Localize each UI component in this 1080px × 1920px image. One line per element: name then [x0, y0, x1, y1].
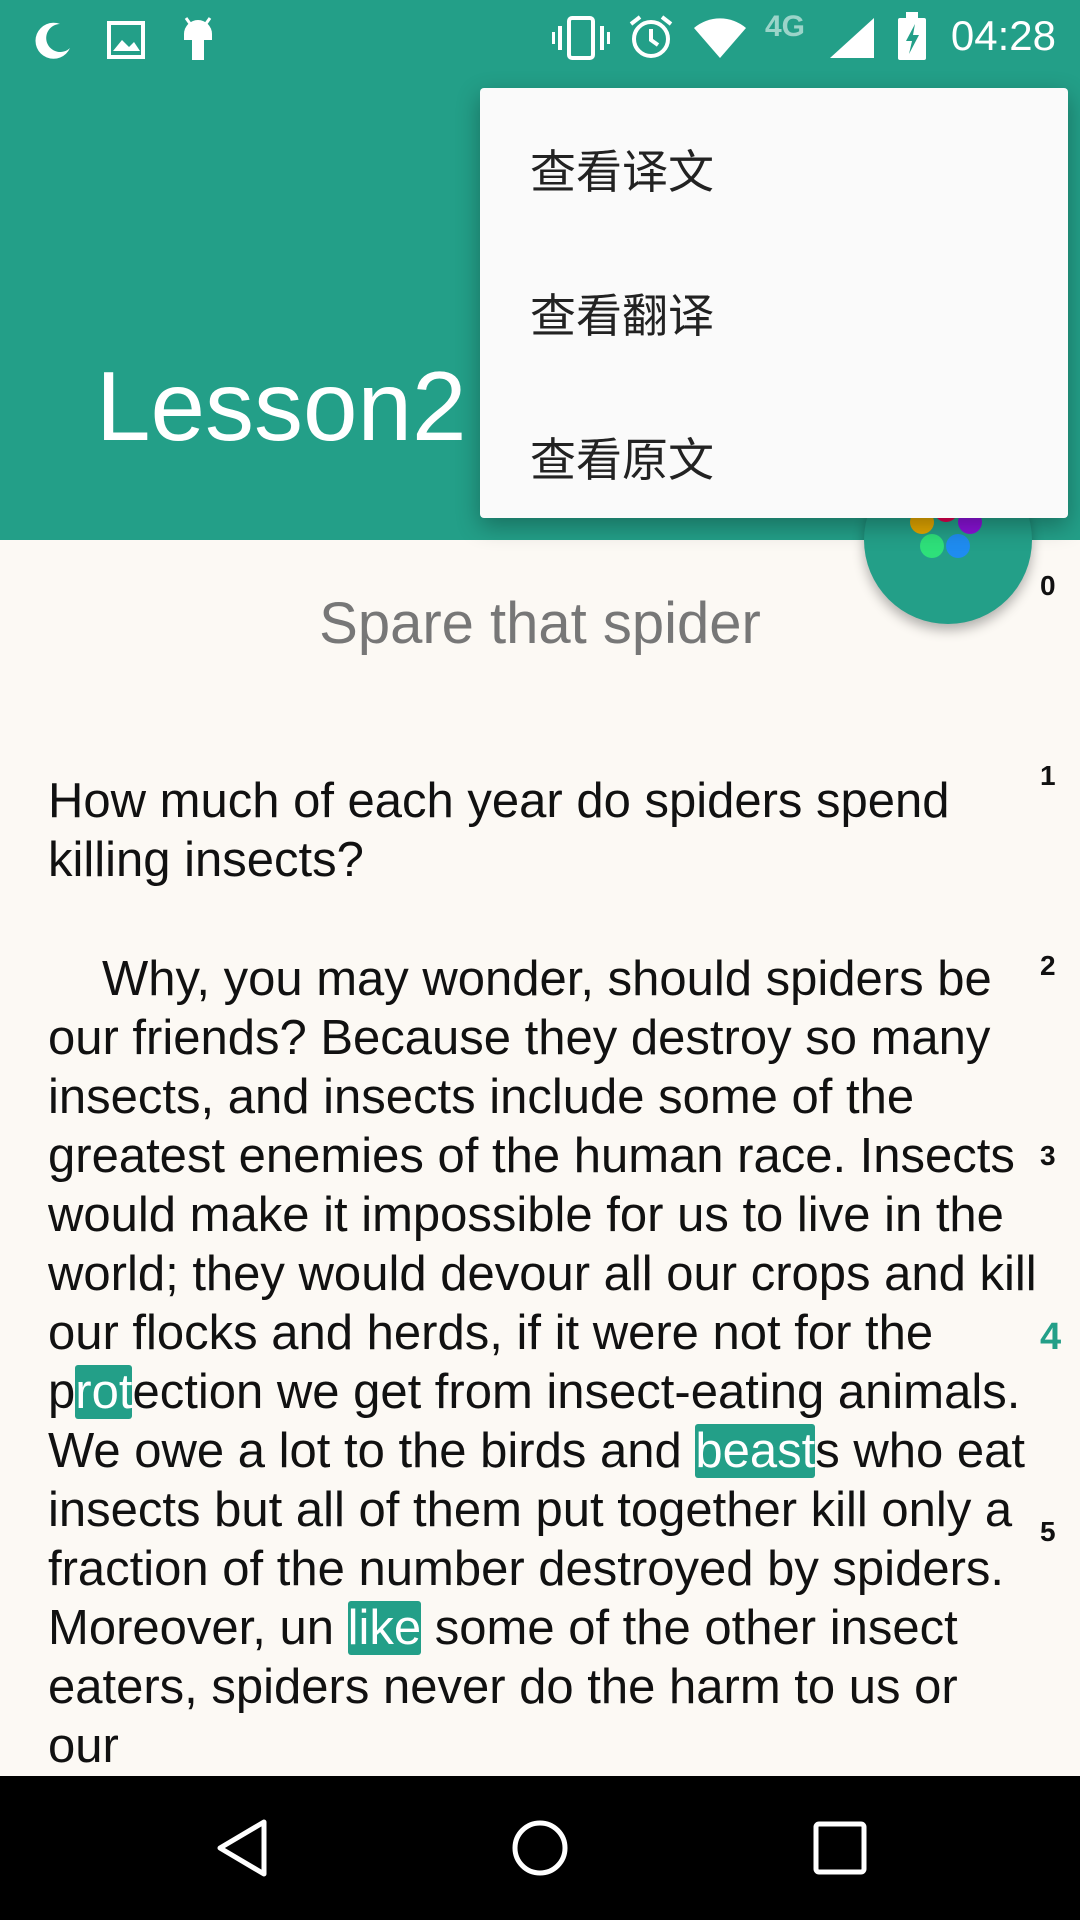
moon-icon: [35, 22, 70, 59]
paragraph-number[interactable]: 5: [1040, 1516, 1056, 1548]
recents-icon[interactable]: [812, 1820, 868, 1876]
article-body: Why, you may wonder, should spiders be o…: [48, 950, 1038, 1776]
status-bar: 4G 04:28: [0, 0, 1080, 76]
battery-charging-icon: [898, 12, 926, 60]
image-icon: [107, 21, 145, 59]
navigation-bar: [0, 1776, 1080, 1920]
wifi-icon: [694, 18, 746, 58]
article-title: Spare that spider: [319, 591, 761, 656]
body-text-segment: Why, you may wonder, should spiders be o…: [48, 952, 1037, 1419]
paragraph-number[interactable]: 0: [1040, 570, 1056, 602]
android-icon: [184, 17, 212, 60]
question-text: How much of each year do spiders spend k…: [48, 774, 950, 887]
vibrate-icon: [552, 16, 610, 60]
highlighted-word[interactable]: like: [347, 1601, 422, 1655]
network-type: 4G: [765, 10, 806, 43]
paragraph-number[interactable]: 3: [1040, 1140, 1056, 1172]
alarm-icon: [629, 15, 673, 58]
menu-item-view-translate[interactable]: 查看翻译: [480, 244, 1068, 388]
lesson-title: Lesson2: [96, 351, 467, 461]
overflow-menu: 查看译文 查看翻译 查看原文: [480, 88, 1068, 518]
highlighted-word[interactable]: beast: [695, 1424, 816, 1478]
paragraph-number[interactable]: 2: [1040, 950, 1056, 982]
menu-item-view-original[interactable]: 查看原文: [480, 388, 1068, 532]
menu-item-view-translation[interactable]: 查看译文: [480, 100, 1068, 244]
signal-icon: [830, 18, 874, 58]
highlighted-word[interactable]: rot: [75, 1365, 133, 1419]
back-icon[interactable]: [212, 1816, 272, 1880]
paragraph-number[interactable]: 1: [1040, 760, 1056, 792]
clock: 04:28: [950, 12, 1056, 59]
home-icon[interactable]: [510, 1818, 570, 1878]
paragraph-number-active[interactable]: 4: [1040, 1316, 1061, 1359]
